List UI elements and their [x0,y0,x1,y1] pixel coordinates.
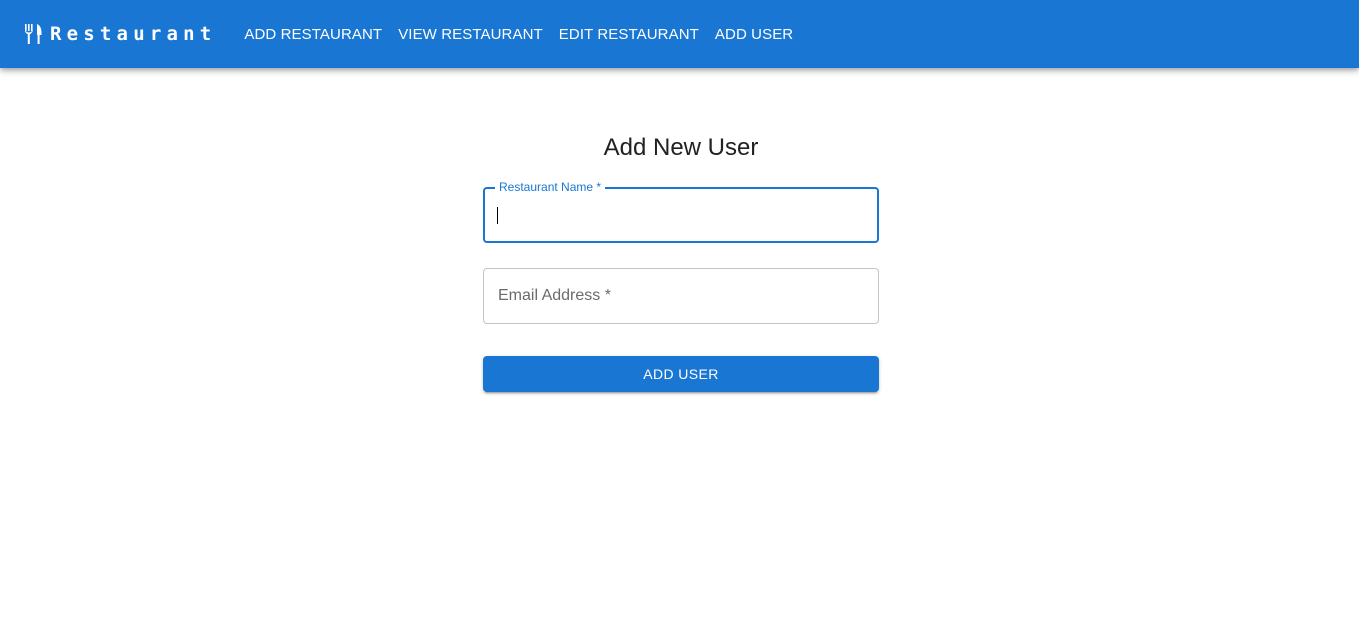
email-label: Email Address * [498,287,611,304]
email-field[interactable]: Email Address * [483,268,879,324]
app-bar: Restaurant ADD RESTAURANT VIEW RESTAURAN… [0,0,1359,68]
main-nav: ADD RESTAURANT VIEW RESTAURANT EDIT REST… [236,20,801,49]
nav-edit-restaurant[interactable]: EDIT RESTAURANT [551,20,707,49]
restaurant-name-label: Restaurant Name * [495,180,606,194]
text-caret [497,207,498,224]
restaurant-name-field[interactable]: Restaurant Name * [483,180,879,243]
nav-view-restaurant[interactable]: VIEW RESTAURANT [390,20,551,49]
nav-add-user[interactable]: ADD USER [707,20,801,49]
page-title: Add New User [603,134,759,161]
brand-title: Restaurant [50,23,217,45]
brand[interactable]: Restaurant [24,23,216,45]
restaurant-icon [24,23,44,45]
add-user-button[interactable]: ADD USER [483,356,879,392]
add-user-form: Add New User Restaurant Name * Email Add… [483,120,879,392]
nav-add-restaurant[interactable]: ADD RESTAURANT [236,20,390,49]
